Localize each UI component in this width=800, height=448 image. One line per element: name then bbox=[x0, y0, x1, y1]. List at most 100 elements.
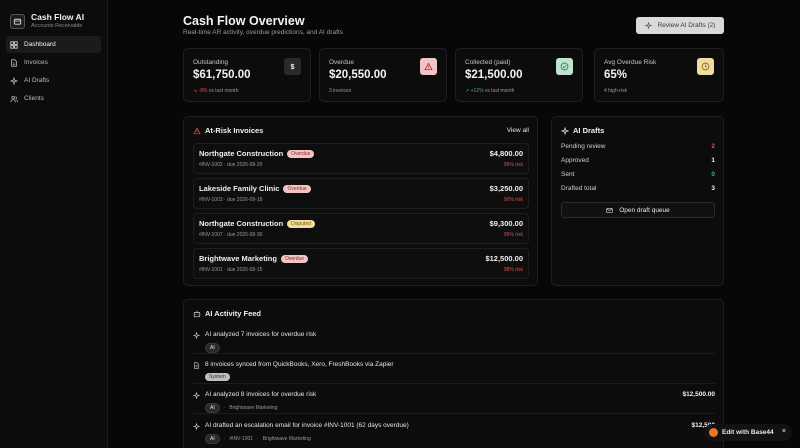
ai-activity-feed-panel: AI Activity Feed AI analyzed 7 invoices … bbox=[183, 299, 724, 448]
sparkle-icon bbox=[193, 392, 200, 399]
feed-tag: AI bbox=[205, 403, 220, 413]
invoice-row[interactable]: Northgate Construction Disputed #INV-1007… bbox=[193, 213, 529, 244]
invoice-risk: 95% risk bbox=[503, 162, 523, 168]
trend-up-icon: ↗ bbox=[465, 88, 470, 94]
status-badge: Overdue bbox=[280, 254, 309, 263]
panel-title: AI Activity Feed bbox=[193, 309, 261, 318]
svg-text:$: $ bbox=[291, 62, 295, 71]
draft-stat-label: Sent bbox=[561, 171, 575, 178]
feed-title: AI Activity Feed bbox=[205, 309, 261, 318]
sidebar-item-dashboard[interactable]: Dashboard bbox=[6, 36, 101, 53]
edit-with-base44-badge[interactable]: Edit with Base44 × bbox=[704, 424, 792, 441]
at-risk-invoices-panel: At-Risk Invoices View all Northgate Cons… bbox=[183, 116, 538, 286]
divider bbox=[193, 383, 715, 384]
draft-stat-total: Drafted total 3 bbox=[561, 185, 715, 195]
panel-title: At-Risk Invoices bbox=[193, 126, 263, 135]
feed-tag: AI bbox=[205, 343, 220, 353]
feed-text: AI drafted an escalation email for invoi… bbox=[205, 422, 409, 429]
sidebar-item-ai-drafts[interactable]: AI Drafts bbox=[6, 72, 101, 89]
stat-label: Outstanding bbox=[193, 59, 229, 66]
stat-card-overdue: Overdue $20,550.00 3 invoices bbox=[319, 48, 447, 102]
base44-logo-icon bbox=[709, 428, 718, 437]
ai-drafts-panel: AI Drafts Pending review 2 Approved 1 Se… bbox=[551, 116, 724, 286]
feed-client: Brightwave Marketing bbox=[229, 405, 278, 411]
invoice-row[interactable]: Brightwave Marketing Overdue #INV-1001 · … bbox=[193, 248, 529, 279]
stat-card-avg-risk: Avg Overdue Risk 65% 4 high-risk bbox=[594, 48, 724, 102]
feed-amount: $12,500.00 bbox=[682, 391, 715, 398]
close-icon[interactable]: × bbox=[782, 428, 786, 435]
invoice-meta: #INV-1001 · due 2026-08-15 bbox=[199, 267, 263, 273]
invoice-client: Lakeside Family Clinic bbox=[199, 184, 280, 193]
draft-stat-label: Drafted total bbox=[561, 185, 597, 192]
ai-drafts-title: AI Drafts bbox=[573, 126, 605, 135]
clock-icon bbox=[697, 58, 714, 75]
feed-client: Brightwave Marketing bbox=[262, 436, 311, 442]
open-draft-queue-button[interactable]: Open draft queue bbox=[561, 202, 715, 218]
app-name: Cash Flow AI bbox=[31, 12, 85, 22]
stat-card-outstanding: Outstanding $61,750.00 ↘ -8% vs last mon… bbox=[183, 48, 311, 102]
check-circle-icon bbox=[556, 58, 573, 75]
invoice-client: Northgate Construction bbox=[199, 149, 284, 158]
divider bbox=[193, 413, 715, 414]
invoice-risk: 98% risk bbox=[503, 267, 523, 273]
feed-text: 8 invoices synced from QuickBooks, Xero,… bbox=[205, 361, 394, 368]
sidebar-item-clients[interactable]: Clients bbox=[6, 90, 101, 107]
page-subtitle: Real-time AR activity, overdue predictio… bbox=[183, 29, 343, 36]
stat-foot-text: 4 high-risk bbox=[604, 88, 628, 94]
file-icon bbox=[11, 58, 17, 67]
divider bbox=[193, 353, 715, 354]
separator: · bbox=[223, 436, 226, 442]
main-content: Cash Flow Overview Real-time AR activity… bbox=[108, 0, 800, 448]
sparkle-icon bbox=[644, 22, 652, 29]
draft-stat-sent: Sent 0 bbox=[561, 171, 715, 181]
stat-footnote: ↗ +12% vs last month bbox=[465, 88, 514, 94]
feed-invoice: #INV-1001 bbox=[229, 436, 254, 442]
sparkle-icon bbox=[10, 76, 18, 85]
invoice-amount: $12,500.00 bbox=[485, 254, 523, 263]
stat-foot-text: 3 invoices bbox=[329, 88, 352, 94]
sidebar-item-invoices[interactable]: Invoices bbox=[6, 54, 101, 71]
panel-title: AI Drafts bbox=[561, 126, 604, 135]
feed-text: AI analyzed 8 invoices for overdue risk bbox=[205, 391, 317, 398]
users-icon bbox=[10, 95, 18, 102]
stat-footnote: ↘ -8% vs last month bbox=[193, 88, 238, 94]
at-risk-title: At-Risk Invoices bbox=[205, 126, 264, 135]
invoice-risk: 95% risk bbox=[503, 232, 523, 238]
invoice-meta: #INV-1002 · due 2026-08-20 bbox=[199, 162, 263, 168]
draft-stat-value: 3 bbox=[711, 185, 715, 192]
invoice-row[interactable]: Lakeside Family Clinic Overdue #INV-1003 … bbox=[193, 178, 529, 209]
brand[interactable]: Cash Flow AI Accounts Receivable bbox=[0, 0, 107, 36]
stat-delta: +12% bbox=[470, 88, 484, 94]
draft-stat-label: Pending review bbox=[561, 143, 606, 150]
review-ai-drafts-button[interactable]: Review AI Drafts (2) bbox=[636, 17, 724, 34]
sparkle-icon bbox=[561, 126, 569, 135]
draft-stat-approved: Approved 1 bbox=[561, 157, 715, 167]
stat-foot-text: vs last month bbox=[208, 88, 239, 94]
file-icon bbox=[194, 362, 199, 369]
sidebar-item-label: Clients bbox=[24, 95, 44, 102]
draft-stat-pending: Pending review 2 bbox=[561, 143, 715, 153]
invoice-row[interactable]: Northgate Construction Overdue #INV-1002 … bbox=[193, 143, 529, 174]
bot-icon bbox=[193, 310, 201, 317]
status-badge: Overdue bbox=[283, 184, 311, 193]
dollar-icon: $ bbox=[284, 58, 301, 75]
wallet-icon bbox=[10, 13, 25, 29]
open-draft-queue-label: Open draft queue bbox=[619, 206, 670, 214]
sidebar-item-label: Invoices bbox=[24, 59, 48, 66]
status-badge: Overdue bbox=[287, 149, 315, 158]
feed-tag: System bbox=[205, 373, 230, 381]
mail-icon bbox=[606, 207, 613, 213]
stat-value: $61,750.00 bbox=[193, 69, 251, 81]
draft-stat-label: Approved bbox=[561, 157, 589, 164]
invoice-amount: $3,250.00 bbox=[489, 184, 523, 193]
stat-value: $20,550.00 bbox=[329, 69, 387, 81]
status-badge: Disputed bbox=[287, 219, 315, 228]
invoice-client: Brightwave Marketing bbox=[199, 254, 277, 263]
draft-stat-value: 0 bbox=[711, 171, 715, 178]
review-ai-drafts-label: Review AI Drafts (2) bbox=[657, 22, 716, 29]
invoice-client: Northgate Construction bbox=[199, 219, 284, 228]
page-title: Cash Flow Overview bbox=[183, 14, 305, 28]
view-all-link[interactable]: View all bbox=[507, 127, 529, 134]
sidebar: Cash Flow AI Accounts Receivable Dashboa… bbox=[0, 0, 108, 448]
separator: · bbox=[223, 405, 226, 411]
